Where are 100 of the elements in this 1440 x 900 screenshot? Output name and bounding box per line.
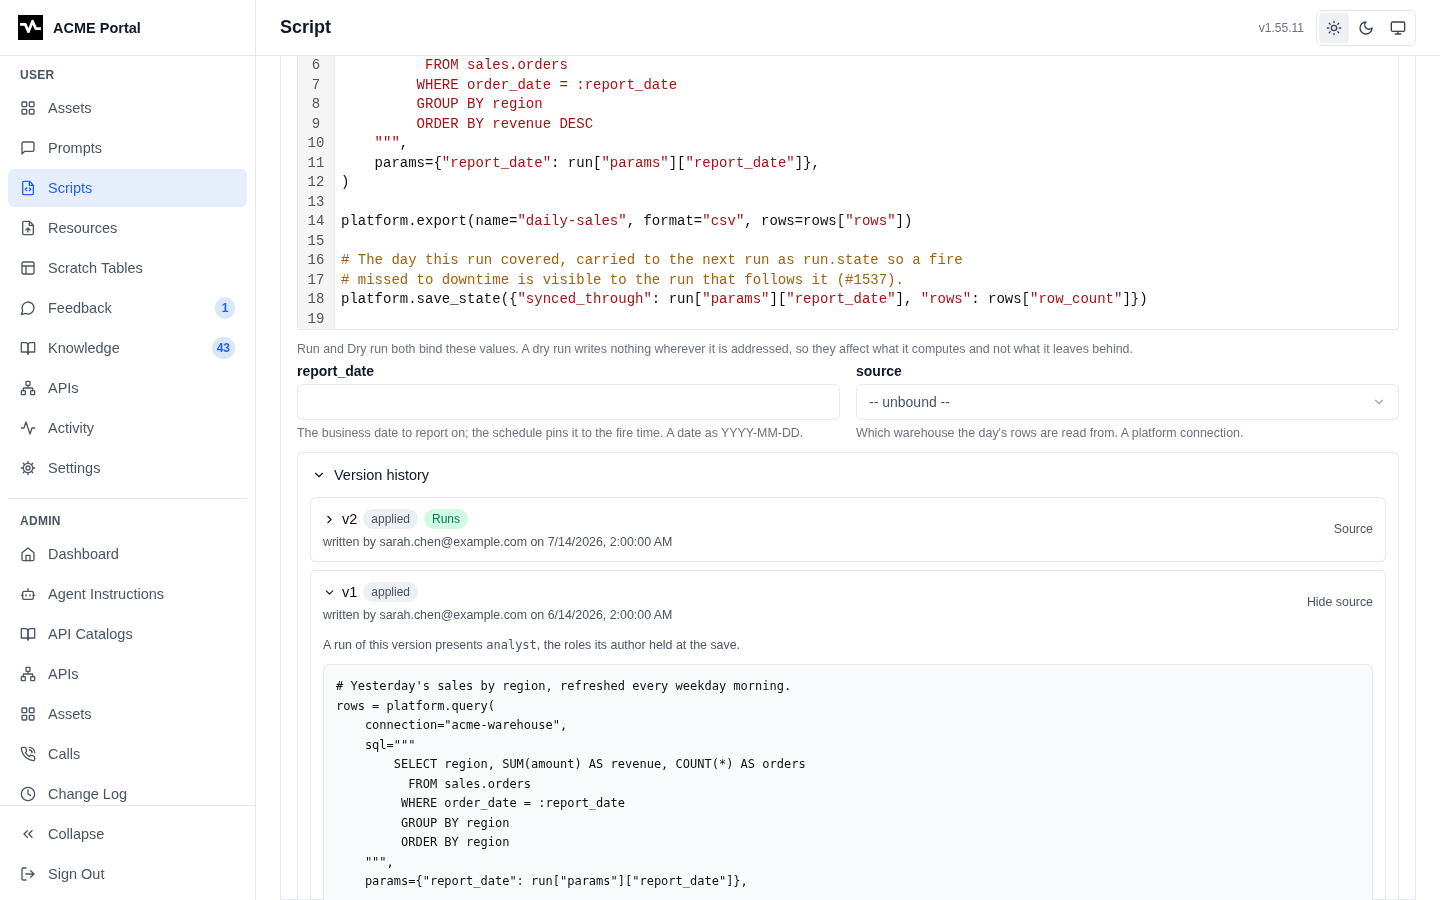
count-badge: 43 — [211, 337, 235, 359]
section-heading: USER — [19, 67, 56, 84]
moon-icon — [1358, 19, 1374, 36]
nav-item[interactable]: Activity — [8, 409, 247, 447]
hint-text: Run and Dry run both bind these values. A dry run writes nothing wherever it is addressed, so they affect what it computes and not what it leaves behind. — [297, 342, 1134, 356]
line-number: 6 — [310, 56, 322, 75]
line-number: 9 — [310, 114, 322, 134]
grid-icon — [20, 100, 36, 116]
collapse-button[interactable]: Collapse — [8, 816, 247, 852]
field-label: source — [856, 363, 903, 379]
nav-item[interactable]: Assets — [8, 695, 247, 733]
nav-item[interactable]: Feedback 1 — [8, 289, 247, 327]
theme-toggle[interactable] — [1316, 9, 1416, 46]
phone-icon — [20, 746, 36, 762]
code-file-icon — [20, 180, 36, 196]
input-field[interactable] — [297, 384, 840, 420]
code-line: SELECT region, SUM(amount) AS revenue, COUNT(*) AS orders — [392, 756, 806, 773]
upload-file-icon — [20, 220, 36, 236]
nav-item[interactable]: Scratch Tables — [8, 249, 247, 287]
code-line: platform.save_state({"synced_through": run["params"]["report_date"], "rows": rows["row_count"]}) — [341, 290, 1148, 309]
line-number: 13 — [306, 192, 326, 212]
source-link[interactable]: Source — [1333, 522, 1373, 536]
line-number: 7 — [310, 75, 322, 95]
logo-icon — [18, 15, 43, 40]
line-number: 14 — [306, 212, 326, 231]
speech-bubble-icon — [20, 300, 36, 316]
hierarchy-icon — [20, 666, 36, 682]
code-line: ) — [341, 173, 350, 192]
hierarchy-icon — [20, 380, 36, 396]
code-line: connection="acme-warehouse", — [363, 717, 568, 734]
book-icon — [20, 340, 36, 356]
code-line: WHERE order_date = :report_date — [415, 75, 678, 95]
version-toggle[interactable]: v2 — [323, 511, 358, 527]
code-line: params={"report_date": run["params"]["report_date"]}, — [373, 153, 820, 173]
version-meta: written by sarah.chen@example.com on 7/14/2026, 2:00:00 AM — [323, 535, 673, 549]
source-link[interactable]: Hide source — [1306, 595, 1373, 609]
section-toggle[interactable]: Version history — [298, 453, 444, 497]
clock-icon — [20, 786, 36, 802]
section-heading: ADMIN — [19, 513, 62, 530]
code-line: platform.export(name="daily-sales", format="csv", rows=rows["rows"]) — [341, 212, 913, 231]
home-icon — [20, 546, 36, 562]
line-number: 16 — [306, 251, 326, 270]
brand-name: ACME Portal — [53, 19, 141, 36]
count-badge: 1 — [215, 297, 235, 319]
help-text: Which warehouse the day's rows are read from. A platform connection. — [856, 426, 1245, 440]
theme-button[interactable] — [1319, 12, 1349, 43]
line-number: 12 — [306, 173, 326, 192]
line-number: 11 — [306, 153, 326, 173]
nav-item[interactable]: Calls — [8, 735, 247, 773]
nav-item[interactable]: Assets — [8, 89, 247, 127]
status-badge: Runs — [424, 509, 469, 529]
code-line: # Yesterday's sales by region, refreshed every weekday morning. — [336, 678, 792, 695]
settings-icon — [20, 460, 36, 476]
code-line: """, — [363, 853, 394, 871]
nav-item[interactable]: Scripts — [8, 169, 247, 207]
code-line: rows = platform.query( — [336, 697, 495, 715]
code-line: FROM sales.orders — [407, 775, 532, 793]
line-number: 15 — [306, 231, 326, 251]
line-number: 18 — [306, 290, 326, 309]
version-note: A run of this version presents analyst, the roles its author held at the save. — [323, 638, 741, 652]
code-line: FROM sales.orders — [424, 56, 568, 75]
version-meta: written by sarah.chen@example.com on 6/14/2026, 2:00:00 AM — [323, 608, 673, 622]
page-title: Script — [280, 17, 331, 38]
nav-item[interactable]: Prompts — [8, 129, 247, 167]
robot-icon — [20, 586, 36, 602]
chat-bubble-icon — [20, 140, 36, 156]
select-field[interactable]: -- unbound -- — [856, 384, 1399, 420]
nav-item[interactable]: Knowledge 43 — [8, 329, 247, 367]
code-line: params={"report_date": run["params"]["report_date"]}, — [363, 873, 748, 890]
nav-item[interactable]: Settings — [8, 449, 247, 487]
pulse-icon — [20, 420, 36, 436]
code-editor[interactable] — [297, 56, 1399, 330]
code-line: ORDER BY region — [400, 834, 510, 851]
version-toggle[interactable]: v1 — [323, 584, 358, 600]
status-badge: applied — [363, 582, 419, 602]
nav-item[interactable]: Resources — [8, 209, 247, 247]
version-label: v1.55.11 — [1258, 20, 1304, 35]
line-number: 8 — [310, 95, 322, 114]
nav-item[interactable]: APIs — [8, 655, 247, 693]
code-line: # The day this run covered, carried to the next run as run.state so a fire — [341, 251, 963, 270]
nav-item[interactable]: Change Log — [8, 775, 247, 805]
monitor-icon — [1390, 19, 1406, 36]
help-text: The business date to report on; the schedule pins it to the fire time. A date as YYYY-MM-DD. — [297, 426, 805, 440]
code-line: """, — [373, 134, 409, 153]
nav-item[interactable]: API Catalogs — [8, 615, 247, 653]
nav-item[interactable]: Agent Instructions — [8, 575, 247, 613]
line-number: 19 — [306, 309, 326, 329]
sun-icon — [1326, 19, 1342, 36]
code-line: GROUP BY region — [400, 814, 510, 832]
code-line: # missed to downtime is visible to the run that follows it (#1537). — [341, 270, 904, 290]
sign-out-button[interactable]: Sign Out — [8, 856, 247, 892]
status-badge: applied — [363, 509, 419, 529]
line-number: 10 — [306, 134, 326, 153]
table-icon — [20, 260, 36, 276]
book-icon — [20, 626, 36, 642]
nav-item[interactable]: APIs — [8, 369, 247, 407]
code-line: sql=""" — [363, 736, 416, 754]
grid-icon — [20, 706, 36, 722]
sign-out-icon — [20, 866, 36, 882]
nav-item[interactable]: Dashboard — [8, 535, 247, 573]
